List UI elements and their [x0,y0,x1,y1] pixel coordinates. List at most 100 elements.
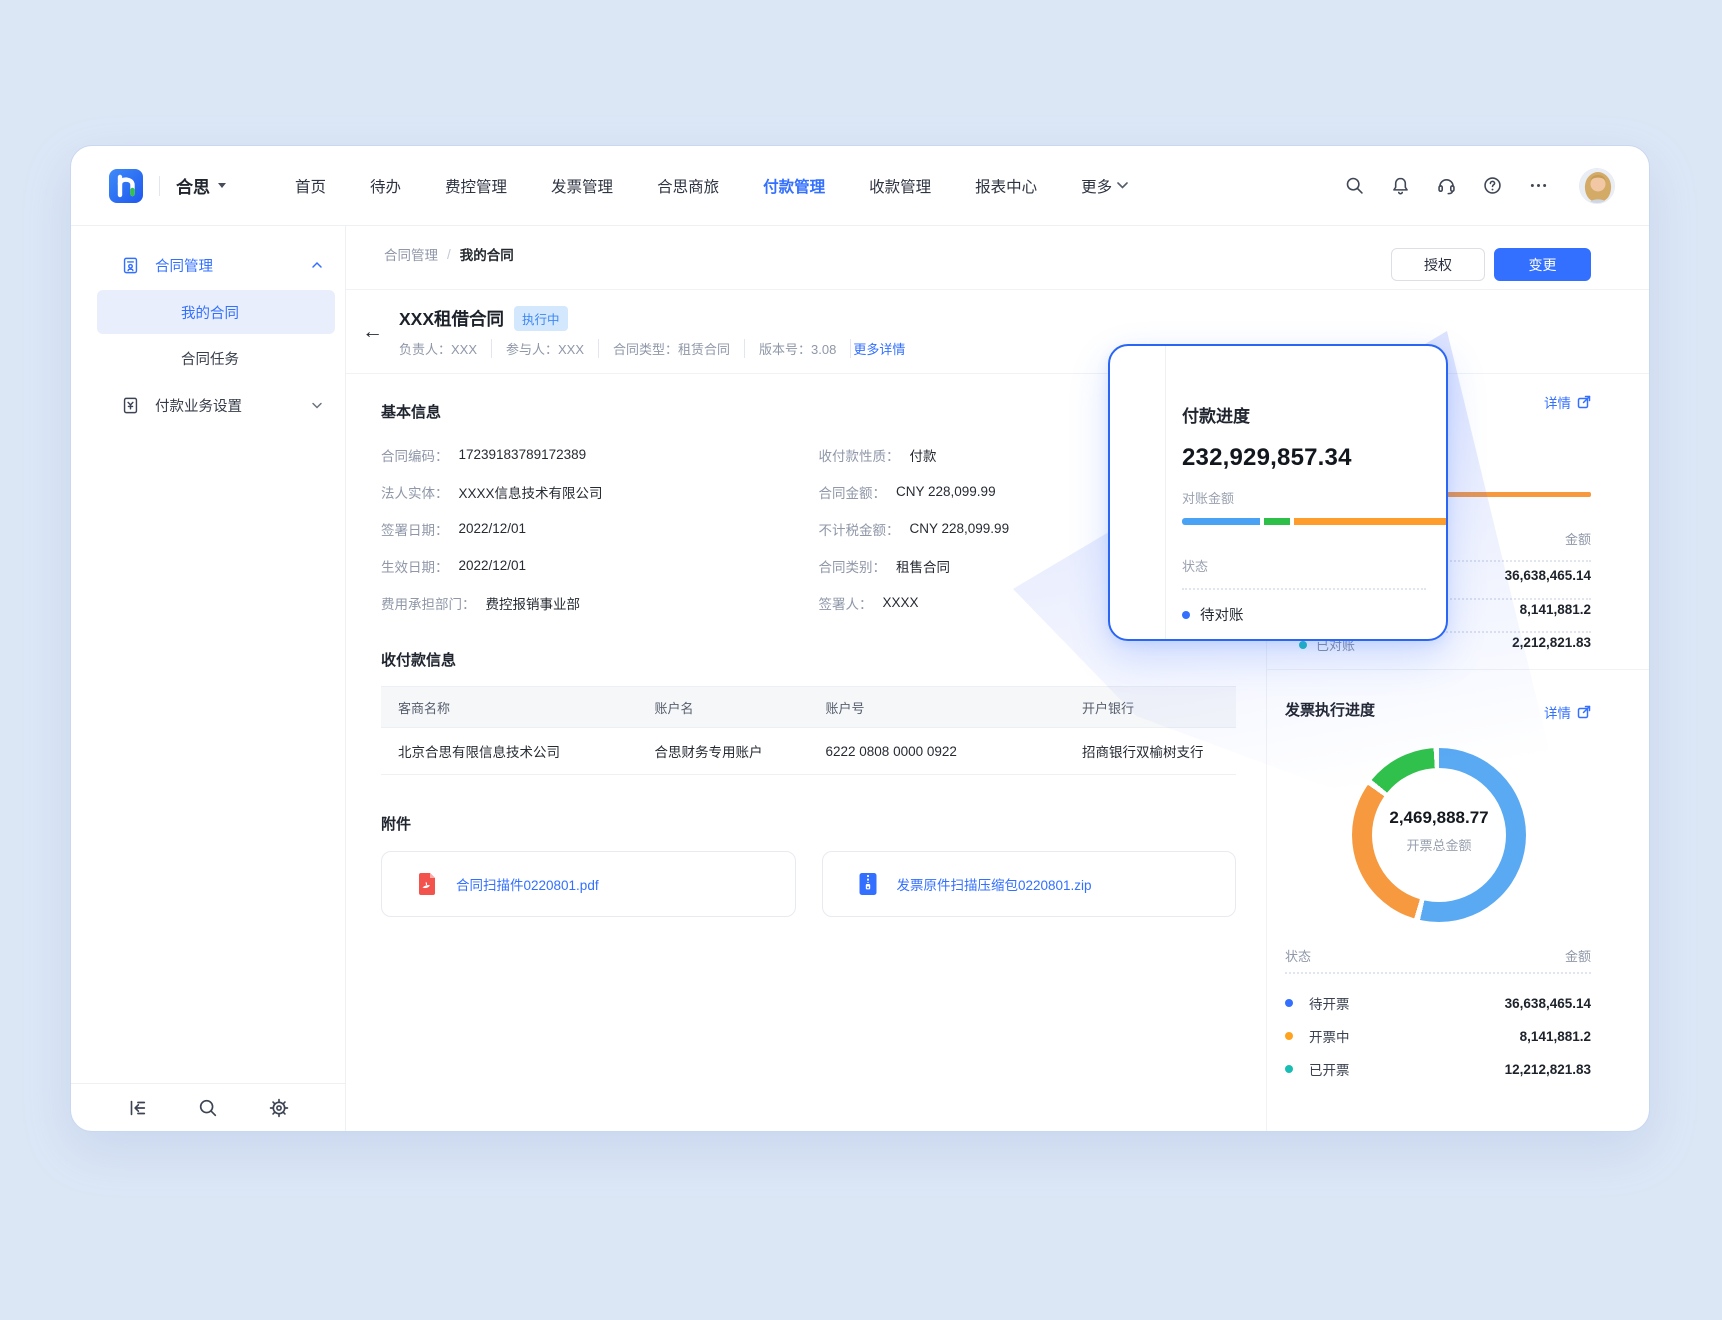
chevron-down-icon [1117,182,1128,189]
brand-name: 合思 [176,173,210,198]
blue-dot-icon [1285,999,1293,1007]
app-window: 合思 首页 待办 费控管理 发票管理 合思商旅 付款管理 收款管理 报表中心 更… [70,145,1650,1132]
sidebar-group-label: 合同管理 [155,255,213,276]
col-account-name: 账户名 [638,687,809,728]
meta-version: 版本号：3.08 [745,339,851,358]
bar-segment-orange [1294,518,1446,525]
sidebar-group-label: 付款业务设置 [155,395,242,416]
breadcrumb-separator: / [447,247,451,262]
nav-item-reports[interactable]: 报表中心 [975,175,1037,197]
more-actions-icon[interactable] [1528,175,1549,196]
bar-segment-green [1264,518,1290,525]
field-cost-department: 费用承担部门：费控报销事业部 [381,584,799,621]
col-account-number: 账户号 [809,687,1066,728]
chevron-down-icon [311,399,323,411]
sidebar-item-my-contracts[interactable]: 我的合同 [97,290,335,334]
payee-table-header: 客商名称 账户名 账户号 开户银行 [381,687,1236,728]
help-icon[interactable] [1482,175,1503,196]
notification-bell-icon[interactable] [1390,175,1411,196]
external-link-icon [1577,705,1591,719]
field-effective-date: 生效日期：2022/12/01 [381,547,799,584]
breadcrumb-current: 我的合同 [460,244,514,264]
legend-status-header: 状态 [1285,946,1311,965]
bar-segment-blue [1182,518,1260,525]
app-body: 合同管理 我的合同 合同任务 付款业务设置 [71,226,1649,1132]
cell-account-number: 6222 0808 0000 0922 [809,728,1066,775]
caret-down-icon [217,182,227,189]
meta-owner: 负责人：XXX [399,339,492,358]
teal-dot-icon [1299,641,1307,649]
change-button[interactable]: 变更 [1494,248,1591,281]
nav-item-invoice[interactable]: 发票管理 [551,175,613,197]
panel-section-divider [1267,669,1649,670]
popup-status-header: 状态 [1182,556,1208,575]
sidebar-search-icon[interactable] [197,1097,219,1119]
sidebar-item-contract-tasks[interactable]: 合同任务 [97,336,335,380]
back-arrow-icon[interactable]: ← [362,321,383,342]
cell-account-name: 合思财务专用账户 [638,728,809,775]
col-merchant-name: 客商名称 [381,687,638,728]
nav-item-payment[interactable]: 付款管理 [763,175,825,197]
section-title-attachments: 附件 [381,813,1236,834]
field-legal-entity: 法人实体：XXXX信息技术有限公司 [381,473,799,510]
sidebar-group-contract-management[interactable]: 合同管理 [71,242,345,288]
amount-reconciled: 2,212,821.83 [1512,635,1591,650]
status-badge: 执行中 [514,306,568,331]
attachment-name: 发票原件扫描压缩包0220801.zip [897,874,1092,894]
page-title: XXX租借合同 [399,306,504,331]
headset-support-icon[interactable] [1436,175,1457,196]
external-link-icon [1577,395,1591,409]
pdf-file-icon [414,871,440,897]
contract-header-text: XXX租借合同 执行中 负责人：XXX 参与人：XXX 合同类型：租赁合同 版本… [399,306,905,358]
reconcile-progress-bar [1182,518,1446,525]
authorize-button[interactable]: 授权 [1391,248,1485,281]
desktop-background: 合思 首页 待办 费控管理 发票管理 合思商旅 付款管理 收款管理 报表中心 更… [0,0,1722,1320]
nav-item-expense[interactable]: 费控管理 [445,175,507,197]
sidebar-bottom-bar [71,1083,345,1132]
collapse-sidebar-icon[interactable] [126,1097,148,1119]
nav-item-todo[interactable]: 待办 [370,175,401,197]
donut-center-text: 2,469,888.77 开票总金额 [1352,808,1526,854]
workspace-switcher[interactable]: 合思 [176,173,227,198]
contract-meta: 负责人：XXX 参与人：XXX 合同类型：租赁合同 版本号：3.08 更多详情 [399,339,905,358]
section-title-payee-info: 收付款信息 [381,649,1236,670]
invoice-progress-detail-link[interactable]: 详情 [1544,702,1591,722]
invoice-total-label: 开票总金额 [1352,835,1526,854]
popup-status-row: 待对账 [1182,604,1244,625]
nav-item-collection[interactable]: 收款管理 [869,175,931,197]
breadcrumb: 合同管理 / 我的合同 [384,244,514,264]
sidebar-group-payment-settings[interactable]: 付款业务设置 [71,382,345,428]
nav-item-travel[interactable]: 合思商旅 [657,175,719,197]
main-content: 合同管理 / 我的合同 ← XXX租借合同 执行中 负责人：XXX 参与 [346,226,1649,1132]
top-navbar: 合思 首页 待办 费控管理 发票管理 合思商旅 付款管理 收款管理 报表中心 更… [71,146,1649,226]
breadcrumb-parent[interactable]: 合同管理 [384,244,438,264]
settings-gear-icon[interactable] [268,1097,290,1119]
legend-amount-header: 金额 [1565,946,1591,965]
attachment-zip-card[interactable]: 发票原件扫描压缩包0220801.zip [822,851,1237,917]
contract-document-icon [121,256,140,275]
orange-dot-icon [1285,1032,1293,1040]
cell-merchant-name: 北京合思有限信息技术公司 [381,728,638,775]
nav-item-more[interactable]: 更多 [1081,175,1128,197]
hose-logo-icon [109,169,143,203]
search-icon[interactable] [1344,175,1365,196]
payment-settings-icon [121,396,140,415]
nav-item-home[interactable]: 首页 [295,175,326,197]
attachment-name: 合同扫描件0220801.pdf [456,874,599,894]
legend-row-pending-invoice: 待开票 36,638,465.14 [1285,992,1591,1014]
meta-contract-type: 合同类型：租赁合同 [599,339,745,358]
payment-progress-detail-link[interactable]: 详情 [1544,392,1591,412]
invoice-total-value: 2,469,888.77 [1352,808,1526,828]
attachments-row: 合同扫描件0220801.pdf 发票原件扫描压缩包0220801.zip [381,851,1236,917]
attachment-pdf-card[interactable]: 合同扫描件0220801.pdf [381,851,796,917]
user-avatar[interactable] [1579,168,1615,204]
more-details-link[interactable]: 更多详情 [853,339,905,358]
meta-participant: 参与人：XXX [492,339,599,358]
amount-reconciling: 8,141,881.2 [1520,602,1591,617]
teal-dot-icon [1285,1065,1293,1073]
payee-table: 客商名称 账户名 账户号 开户银行 北京合思有限信息技术公司 合思财务专用账户 … [381,686,1236,775]
contract-header: ← XXX租借合同 执行中 负责人：XXX 参与人：XXX 合同类型：租赁合同 … [346,289,1649,374]
sidebar: 合同管理 我的合同 合同任务 付款业务设置 [71,226,346,1132]
zip-file-icon [855,871,881,897]
legend-row-invoicing: 开票中 8,141,881.2 [1285,1025,1591,1047]
